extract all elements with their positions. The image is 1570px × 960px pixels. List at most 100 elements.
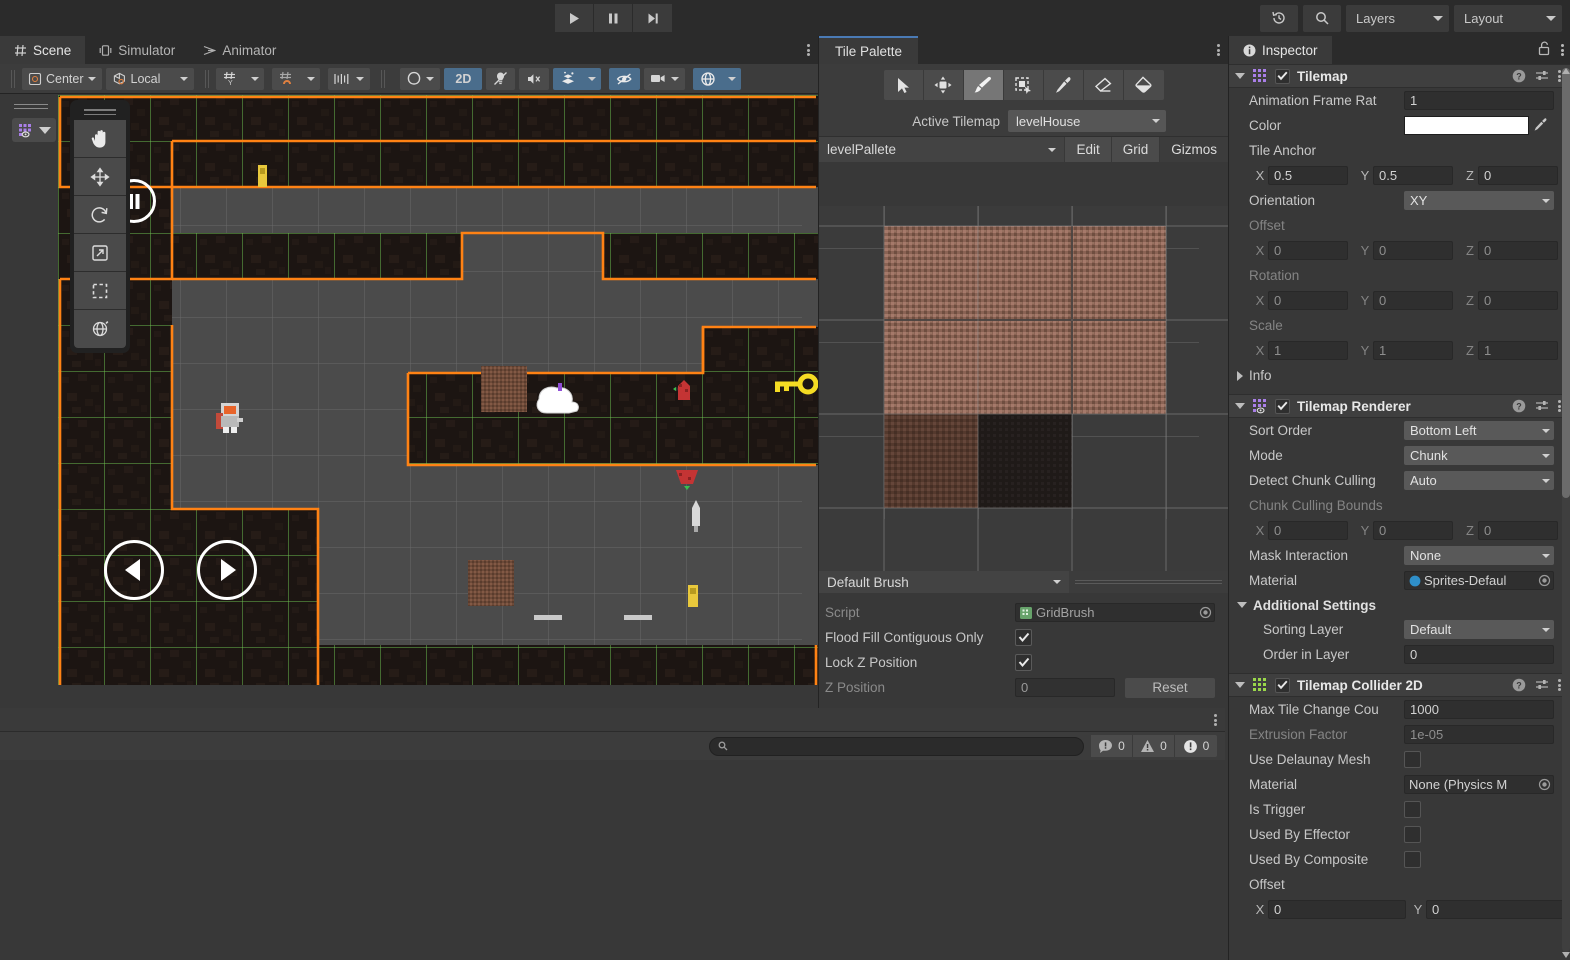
- grid-magnet-icon[interactable]: [272, 67, 303, 90]
- use-delaunay-mesh-checkbox[interactable]: [1404, 751, 1421, 768]
- transform-tool[interactable]: [74, 310, 126, 348]
- 2d-toggle-button[interactable]: 2D: [444, 67, 483, 90]
- help-icon[interactable]: ?: [1512, 69, 1526, 83]
- layers-dropdown[interactable]: Layers: [1346, 4, 1449, 32]
- tile-anchor-y[interactable]: 0.5: [1373, 166, 1453, 185]
- shading-mode-icon[interactable]: [400, 67, 441, 90]
- component-menu-icon[interactable]: [1558, 678, 1561, 692]
- collider-material-object-field[interactable]: None (Physics M: [1404, 775, 1554, 794]
- component-header-tilemap-renderer[interactable]: Tilemap Renderer ?: [1229, 394, 1570, 418]
- used-by-effector-checkbox[interactable]: [1404, 826, 1421, 843]
- help-icon[interactable]: ?: [1512, 399, 1526, 413]
- gizmos-icon[interactable]: [693, 67, 724, 90]
- log-count-button[interactable]: 0: [1091, 735, 1133, 757]
- component-header-tilemap[interactable]: Tilemap ?: [1229, 64, 1570, 88]
- tab-simulator[interactable]: Simulator: [85, 36, 189, 64]
- scene-options-menu[interactable]: [807, 36, 810, 64]
- component-menu-icon[interactable]: [1558, 399, 1561, 413]
- tilemap-collider-enabled-checkbox[interactable]: [1275, 677, 1290, 693]
- flood-fill-checkbox[interactable]: [1015, 629, 1032, 646]
- preset-icon[interactable]: [1535, 678, 1549, 692]
- move-tool[interactable]: [923, 70, 964, 100]
- animation-frame-rate-field[interactable]: 1: [1404, 91, 1554, 110]
- select-tool[interactable]: [883, 70, 924, 100]
- grid-button[interactable]: Grid: [1110, 137, 1160, 162]
- inspector-body[interactable]: Tilemap ? Animation Frame Rat 1 Color Ti…: [1229, 64, 1570, 960]
- renderer-material-object-field[interactable]: Sprites-Defaul: [1404, 571, 1554, 590]
- scroll-down-arrow[interactable]: [1561, 948, 1570, 958]
- console-options-menu[interactable]: [1214, 708, 1217, 732]
- history-icon[interactable]: [1260, 4, 1298, 32]
- eyedropper-icon[interactable]: [1533, 117, 1548, 135]
- foldout-arrow-icon[interactable]: [1235, 403, 1245, 409]
- mode-dropdown[interactable]: Chunk: [1404, 446, 1554, 465]
- tab-animator[interactable]: Animator: [189, 36, 290, 64]
- tile-anchor-z[interactable]: 0: [1478, 166, 1558, 185]
- reset-button[interactable]: Reset: [1125, 677, 1215, 698]
- edit-button[interactable]: Edit: [1064, 137, 1111, 162]
- tile-palette-options-menu[interactable]: [1217, 36, 1220, 64]
- left-arrow-overlay-button[interactable]: [104, 540, 164, 600]
- kebab-menu-icon[interactable]: [1561, 43, 1564, 58]
- rotate-tool[interactable]: [74, 196, 126, 234]
- paint-brush-tool[interactable]: [963, 70, 1004, 100]
- play-button[interactable]: [555, 4, 594, 32]
- foldout-arrow-icon[interactable]: [1235, 73, 1245, 79]
- brush-dropdown[interactable]: Default Brush: [819, 571, 1069, 593]
- handle-space-dropdown[interactable]: Local: [105, 67, 195, 90]
- tab-scene[interactable]: Scene: [0, 36, 86, 64]
- picker-tool[interactable]: [1043, 70, 1084, 100]
- sorting-layer-dropdown[interactable]: Default: [1404, 620, 1554, 639]
- color-swatch[interactable]: [1404, 116, 1529, 135]
- collider-offset-y[interactable]: 0: [1426, 900, 1564, 919]
- gizmos-button[interactable]: Gizmos: [1159, 137, 1228, 162]
- scene-visibility-icon[interactable]: [609, 67, 641, 90]
- tile-anchor-x[interactable]: 0.5: [1268, 166, 1348, 185]
- audio-mute-icon[interactable]: [519, 67, 550, 90]
- foldout-arrow-icon[interactable]: [1235, 682, 1245, 688]
- used-by-composite-checkbox[interactable]: [1404, 851, 1421, 868]
- search-icon[interactable]: [1303, 4, 1341, 32]
- scroll-up-arrow[interactable]: [1561, 64, 1570, 74]
- palette-dropdown[interactable]: levelPallete: [819, 137, 1065, 162]
- ruler-icon[interactable]: [328, 67, 371, 90]
- tilemap-layer-dropdown[interactable]: [12, 118, 56, 142]
- max-tile-change-count-field[interactable]: 1000: [1404, 700, 1554, 719]
- grid-snap-icon[interactable]: Y: [216, 67, 247, 90]
- is-trigger-checkbox[interactable]: [1404, 801, 1421, 818]
- script-object-field[interactable]: GridBrush: [1015, 603, 1215, 622]
- gizmos-dropdown[interactable]: [723, 67, 742, 90]
- right-arrow-overlay-button[interactable]: [197, 540, 257, 600]
- scene-view[interactable]: [0, 95, 818, 685]
- component-header-tilemap-collider-2d[interactable]: Tilemap Collider 2D ?: [1229, 673, 1570, 697]
- error-count-button[interactable]: 0: [1175, 735, 1217, 757]
- effects-icon[interactable]: [553, 67, 584, 90]
- grid-magnet-dropdown[interactable]: [302, 67, 321, 90]
- info-foldout[interactable]: Info: [1229, 363, 1570, 388]
- inspector-scrollbar-thumb[interactable]: [1562, 68, 1570, 498]
- lock-icon[interactable]: [1537, 41, 1551, 59]
- pivot-mode-dropdown[interactable]: Center: [22, 67, 102, 90]
- object-picker-icon[interactable]: [1199, 606, 1212, 619]
- order-in-layer-field[interactable]: 0: [1404, 645, 1554, 664]
- mask-interaction-dropdown[interactable]: None: [1404, 546, 1554, 565]
- effects-dropdown[interactable]: [583, 67, 602, 90]
- preset-icon[interactable]: [1535, 399, 1549, 413]
- fill-tool[interactable]: [1123, 70, 1164, 100]
- move-tool[interactable]: [74, 158, 126, 196]
- collider-offset-x[interactable]: 0: [1268, 900, 1406, 919]
- warning-count-button[interactable]: 0: [1133, 735, 1175, 757]
- grid-snap-dropdown[interactable]: [246, 67, 265, 90]
- active-tilemap-dropdown[interactable]: levelHouse: [1008, 110, 1166, 132]
- eraser-tool[interactable]: [1083, 70, 1124, 100]
- light-icon[interactable]: [486, 67, 516, 90]
- sort-order-dropdown[interactable]: Bottom Left: [1404, 421, 1554, 440]
- preset-icon[interactable]: [1535, 69, 1549, 83]
- detect-chunk-culling-dropdown[interactable]: Auto: [1404, 471, 1554, 490]
- scale-tool[interactable]: [74, 234, 126, 272]
- z-position-field[interactable]: 0: [1015, 678, 1115, 697]
- object-picker-icon[interactable]: [1538, 574, 1551, 587]
- tilemap-enabled-checkbox[interactable]: [1275, 68, 1290, 84]
- box-fill-tool[interactable]: [1003, 70, 1044, 100]
- pause-button[interactable]: [594, 4, 633, 32]
